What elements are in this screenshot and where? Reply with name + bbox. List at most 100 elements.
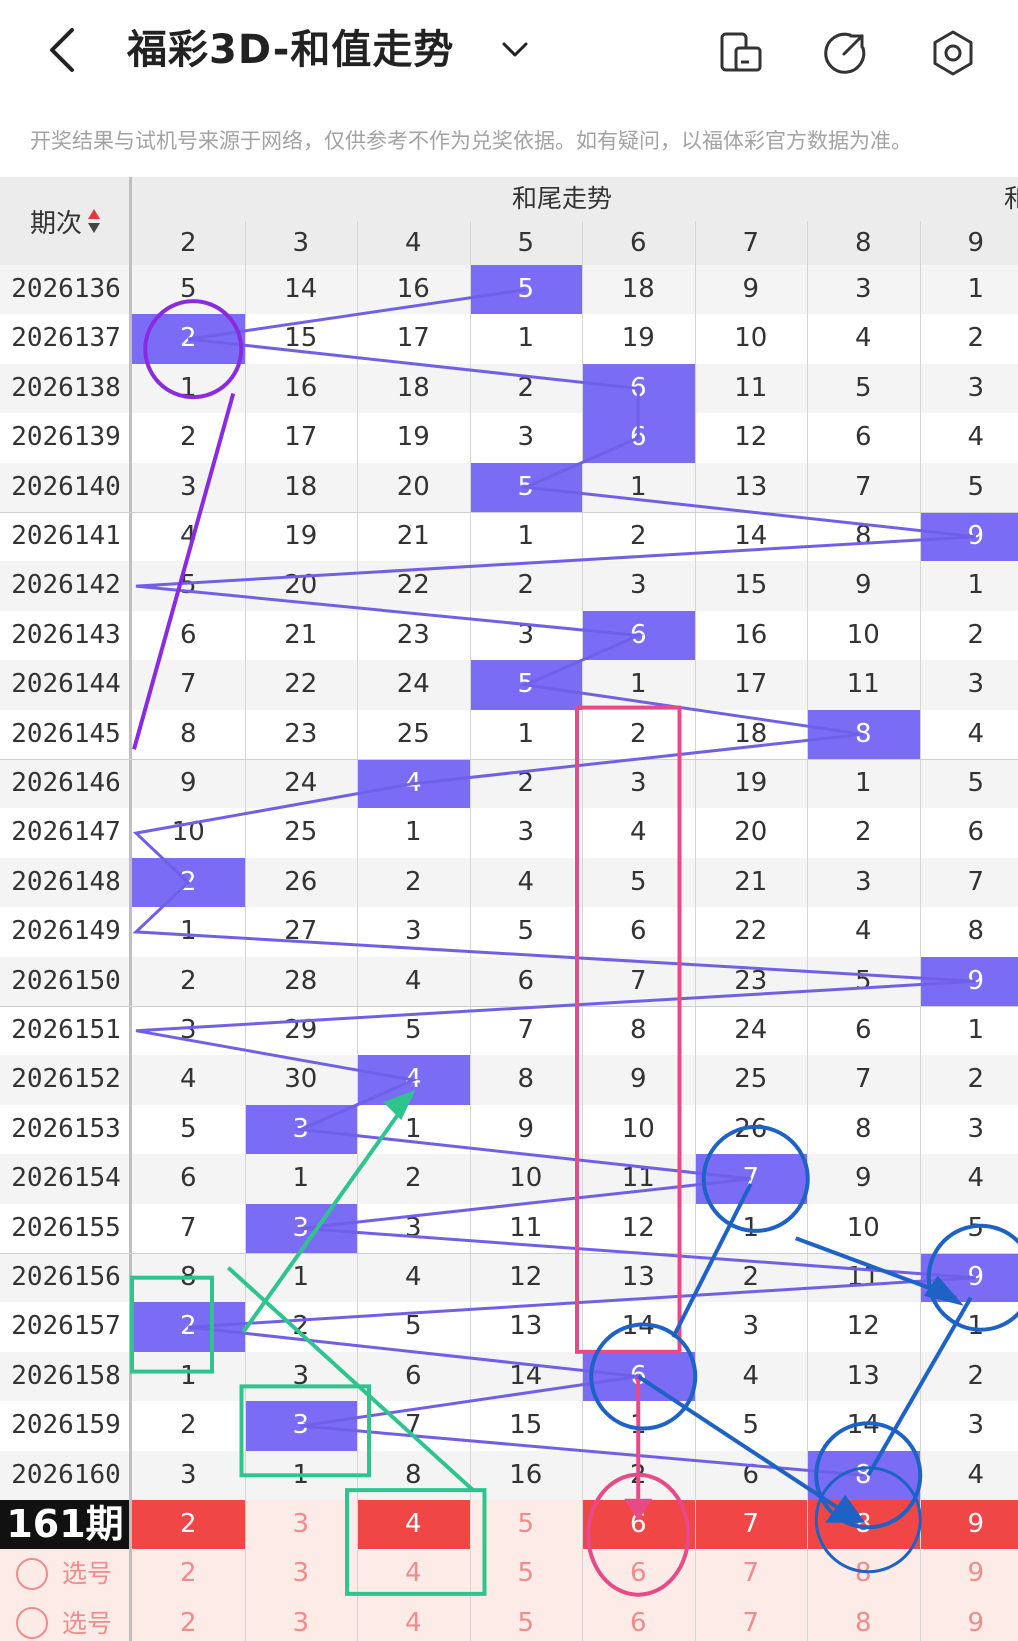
miss-count-cell: 3 [967,669,985,700]
settings-hex-icon[interactable] [928,28,978,78]
group-divider [0,1253,1018,1254]
miss-count-cell: 24 [396,669,430,700]
miss-count-cell: 4 [179,1064,197,1095]
miss-count-cell: 6 [404,1360,422,1391]
miss-count-cell: 3 [292,1360,310,1391]
miss-count-cell: 7 [854,471,872,502]
pick-cell[interactable]: 3 [245,1549,358,1598]
miss-count-cell: 2 [967,323,985,354]
period-cell: 2026154 [11,1163,121,1194]
miss-count-cell: 6 [854,422,872,453]
hit-cell: 3 [244,1401,357,1451]
miss-count-cell: 18 [284,471,318,502]
pick-row-label[interactable]: 选号 [14,1549,112,1598]
miss-count-cell: 2 [404,1163,422,1194]
miss-count-cell: 8 [404,1459,422,1490]
miss-count-cell: 5 [179,570,197,601]
miss-count-cell: 9 [742,274,760,304]
miss-count-cell: 1 [179,916,197,947]
miss-count-cell: 3 [629,570,647,601]
miss-count-cell: 4 [629,817,647,848]
group-divider [0,1006,1018,1007]
column-divider [694,221,696,1641]
miss-count-cell: 8 [517,1064,535,1095]
period-cell: 2026144 [11,669,121,700]
miss-count-cell: 6 [517,965,535,996]
miss-count-cell: 3 [742,1311,760,1342]
radio-circle-icon[interactable] [14,1556,50,1592]
miss-count-cell: 3 [967,1410,985,1441]
prediction-cell[interactable]: 5 [470,1500,583,1549]
miss-count-cell: 1 [629,471,647,502]
column-divider [357,221,358,1641]
miss-count-cell: 5 [179,274,197,304]
miss-count-cell: 4 [967,1459,985,1490]
miss-count-cell: 21 [284,619,318,650]
period-cell: 2026159 [11,1410,121,1441]
back-chevron-icon[interactable] [42,22,92,78]
pick-cell[interactable]: 7 [695,1599,808,1641]
miss-count-cell: 22 [396,570,430,601]
miss-count-cell: 1 [292,1163,310,1194]
miss-count-cell: 8 [854,521,872,551]
miss-count-cell: 1 [854,768,872,798]
pick-cell[interactable]: 9 [920,1599,1018,1641]
chevron-down-icon[interactable] [498,36,532,64]
pick-cell[interactable]: 7 [695,1549,808,1598]
prediction-cell[interactable]: 7 [694,1500,807,1550]
pick-cell[interactable]: 9 [920,1549,1018,1598]
radio-circle-icon[interactable] [14,1605,50,1641]
prediction-cell[interactable]: 3 [245,1500,358,1549]
miss-count-cell: 8 [854,1113,872,1144]
pick-cell[interactable]: 8 [807,1549,920,1598]
pick-cell[interactable]: 4 [357,1599,470,1641]
miss-count-cell: 1 [967,274,985,304]
column-divider [919,221,921,1641]
prediction-cell[interactable]: 6 [582,1500,695,1550]
hit-cell: 6 [582,413,695,463]
period-cell: 2026156 [11,1262,121,1292]
period-cell: 2026143 [11,619,121,650]
column-divider [582,221,583,1641]
period-cell: 2026138 [11,372,121,403]
prediction-cell[interactable]: 8 [807,1500,920,1550]
pick-cell[interactable]: 2 [132,1549,245,1598]
miss-count-cell: 18 [734,718,768,749]
miss-count-cell: 2 [967,1064,985,1095]
column-divider [129,177,132,1641]
sort-icon[interactable] [86,207,102,235]
prediction-cell[interactable]: 2 [132,1500,245,1550]
share-icon[interactable] [820,28,870,78]
period-cell: 2026136 [11,274,121,304]
pick-cell[interactable]: 5 [470,1549,583,1598]
device-layout-icon[interactable] [716,28,766,78]
miss-count-cell: 1 [517,323,535,354]
pick-cell[interactable]: 8 [807,1599,920,1641]
pick-cell[interactable]: 3 [245,1599,358,1641]
miss-count-cell: 8 [179,718,197,749]
next-group-header-partial: 和 [1004,184,1018,213]
miss-count-cell: 2 [517,768,535,798]
pick-cell[interactable]: 6 [582,1599,695,1641]
pick-label-text: 选号 [62,1608,113,1638]
prediction-period-label: 161期 [0,1500,130,1550]
hit-cell: 2 [132,314,245,364]
miss-count-cell: 19 [621,323,655,354]
miss-count-cell: 3 [517,422,535,453]
pick-cell[interactable]: 5 [470,1599,583,1641]
miss-count-cell: 3 [967,372,985,403]
miss-count-cell: 11 [734,372,768,403]
prediction-cell[interactable]: 9 [919,1500,1018,1550]
miss-count-cell: 2 [179,422,197,453]
miss-count-cell: 30 [284,1064,318,1095]
miss-count-cell: 15 [284,323,318,354]
miss-count-cell: 14 [846,1410,880,1441]
prediction-cell[interactable]: 4 [357,1500,470,1550]
pick-cell[interactable]: 6 [582,1549,695,1598]
period-header[interactable]: 期次 [0,177,132,265]
pick-row-label[interactable]: 选号 [14,1599,112,1641]
miss-count-cell: 1 [404,817,422,848]
pick-cell[interactable]: 4 [357,1549,470,1598]
miss-count-cell: 1 [292,1459,310,1490]
pick-cell[interactable]: 2 [132,1599,245,1641]
